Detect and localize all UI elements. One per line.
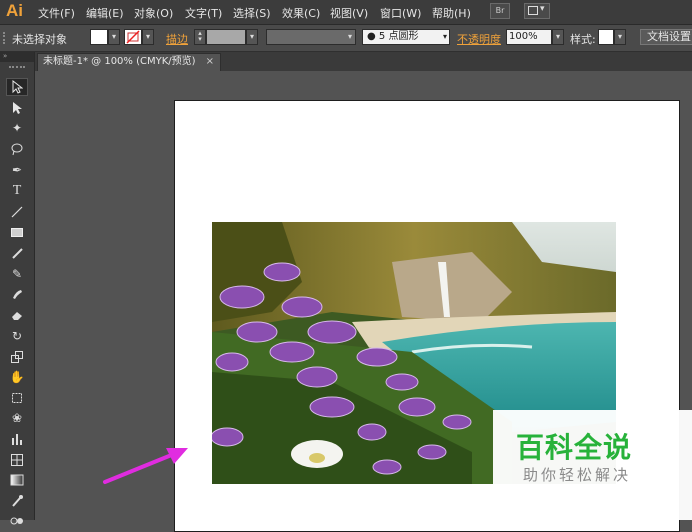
annotation-arrow: [103, 448, 188, 484]
close-icon[interactable]: ×: [206, 54, 214, 70]
selection-status: 未选择对象: [12, 33, 67, 46]
menu-select[interactable]: 选择(S): [233, 5, 271, 21]
free-transform-tool-icon[interactable]: [6, 389, 28, 407]
no-stroke-icon: [126, 30, 140, 44]
graphic-style-dropdown[interactable]: ▾: [614, 29, 626, 45]
arrange-grid-icon: [528, 6, 538, 15]
control-bar: 未选择对象 ▾ ▾ 描边 ▴ ▾ ▾ ▾ ● 5 点圆形 ▾ 不透明度 100% …: [0, 25, 692, 52]
chevron-down-icon: ▾: [540, 4, 545, 14]
pen-tool-icon[interactable]: ✒: [6, 161, 28, 179]
chevron-down-icon: ▾: [555, 32, 560, 41]
watermark-subtitle: 助你轻松解决: [523, 466, 632, 484]
menu-help[interactable]: 帮助(H): [432, 5, 471, 21]
menu-type[interactable]: 文字(T): [185, 5, 222, 21]
dot-icon: ●: [367, 31, 376, 42]
menu-object[interactable]: 对象(O): [134, 5, 173, 21]
stepper-icon: ▴ ▾: [198, 29, 202, 43]
chevron-down-icon: ▾: [617, 32, 622, 41]
chevron-down-icon: ▾: [145, 32, 150, 41]
chevron-down-icon: ▾: [442, 32, 447, 41]
rotate-tool-icon[interactable]: ↻: [6, 327, 28, 345]
pencil-tool-icon[interactable]: ✎: [6, 265, 28, 283]
blob-brush-tool-icon[interactable]: [6, 285, 28, 303]
graphic-style-swatch[interactable]: [598, 29, 614, 45]
line-tool-icon[interactable]: [6, 203, 28, 221]
grip-icon: [9, 66, 25, 71]
paintbrush-tool-icon[interactable]: [6, 244, 28, 262]
arrange-documents-button[interactable]: ▾: [524, 3, 550, 19]
symbol-sprayer-tool-icon[interactable]: ❀: [6, 409, 28, 427]
panel-collapse-icon[interactable]: »: [0, 52, 34, 62]
type-tool-icon[interactable]: T: [6, 182, 28, 200]
menu-edit[interactable]: 编辑(E): [86, 5, 124, 21]
scale-tool-icon[interactable]: [6, 348, 28, 366]
opacity-input[interactable]: 100%: [506, 29, 552, 45]
menu-view[interactable]: 视图(V): [330, 5, 368, 21]
mesh-tool-icon[interactable]: [6, 451, 28, 469]
document-tab[interactable]: 未标题-1* @ 100% (CMYK/预览) ×: [37, 53, 221, 71]
tools-panel: » ✦ ✒ T ✎ ↻ ✋ ❀: [0, 52, 35, 525]
variable-width-profile-select[interactable]: ▾: [266, 29, 356, 45]
warp-tool-icon[interactable]: ✋: [6, 368, 28, 386]
opacity-link[interactable]: 不透明度: [457, 31, 501, 47]
watermark-title: 百科全说: [516, 431, 633, 464]
stroke-link[interactable]: 描边: [166, 31, 188, 47]
fill-swatch[interactable]: [90, 29, 108, 45]
eraser-tool-icon[interactable]: [6, 306, 28, 324]
menu-effect[interactable]: 效果(C): [282, 5, 320, 21]
app-logo: Ai: [6, 1, 23, 20]
stroke-weight-stepper[interactable]: ▴ ▾: [194, 29, 206, 45]
eyedropper-tool-icon[interactable]: [6, 492, 28, 510]
menu-bar: Ai 文件(F) 编辑(E) 对象(O) 文字(T) 选择(S) 效果(C) 视…: [0, 0, 692, 25]
chevron-down-icon: ▾: [111, 32, 116, 41]
grip-icon: [3, 32, 9, 44]
brush-definition-select[interactable]: ● 5 点圆形 ▾: [362, 29, 450, 45]
brush-definition-value: 5 点圆形: [378, 31, 419, 42]
menu-file[interactable]: 文件(F): [38, 5, 75, 21]
direct-selection-tool-icon[interactable]: [6, 99, 28, 117]
menu-window[interactable]: 窗口(W): [380, 5, 421, 21]
bridge-button[interactable]: Br: [490, 3, 510, 19]
document-setup-button[interactable]: 文档设置: [640, 29, 692, 45]
chevron-down-icon: ▾: [347, 32, 352, 41]
opacity-dropdown-button[interactable]: ▾: [552, 29, 564, 45]
style-label: 样式:: [570, 33, 596, 46]
stroke-dropdown-button[interactable]: ▾: [142, 29, 154, 45]
chevron-down-icon: ▾: [249, 32, 254, 41]
stroke-swatch[interactable]: [124, 29, 142, 45]
blend-tool-icon[interactable]: [6, 512, 28, 530]
gradient-tool-icon[interactable]: [6, 471, 28, 489]
lasso-tool-icon[interactable]: [6, 140, 28, 158]
document-tab-title: 未标题-1* @ 100% (CMYK/预览): [43, 56, 196, 67]
stroke-weight-input[interactable]: [206, 29, 246, 45]
rectangle-tool-icon[interactable]: [6, 223, 28, 241]
selection-tool-icon[interactable]: [6, 78, 28, 96]
graph-tool-icon[interactable]: [6, 430, 28, 448]
fill-dropdown-button[interactable]: ▾: [108, 29, 120, 45]
document-tab-bar: 未标题-1* @ 100% (CMYK/预览) ×: [35, 52, 692, 71]
stroke-weight-dropdown[interactable]: ▾: [246, 29, 258, 45]
magic-wand-tool-icon[interactable]: ✦: [6, 119, 28, 137]
